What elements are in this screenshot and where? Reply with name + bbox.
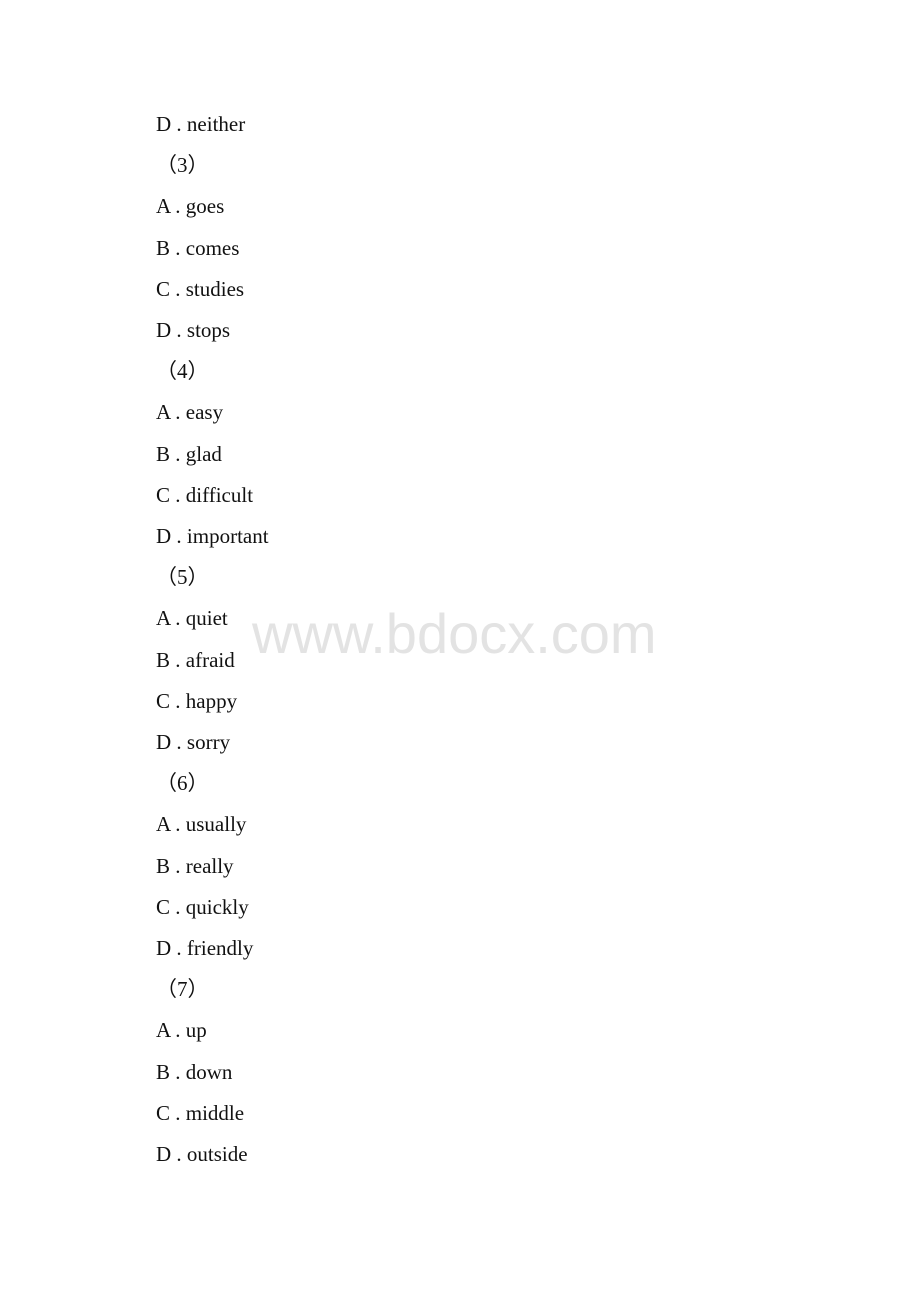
answer-option: B . afraid xyxy=(156,647,235,672)
answer-option: A . goes xyxy=(156,194,225,219)
watermark: www.bdocx.com xyxy=(252,602,657,665)
answer-option: D . outside xyxy=(156,1142,248,1166)
question-number: （7） xyxy=(156,977,209,1002)
answer-option: A . up xyxy=(156,1018,207,1043)
answer-option: D . stops xyxy=(156,318,231,342)
answer-option: B . really xyxy=(156,853,234,878)
answer-option: B . glad xyxy=(156,441,222,466)
question-number: （3） xyxy=(156,153,209,178)
answer-option: C . difficult xyxy=(156,482,254,507)
answer-option: B . comes xyxy=(156,235,240,260)
answer-option: D . important xyxy=(156,524,269,548)
question-number: （5） xyxy=(156,565,209,590)
answer-option: C . quickly xyxy=(156,894,249,919)
answer-option: A . usually xyxy=(156,812,247,837)
answer-option: D . neither xyxy=(156,112,246,136)
answer-option: C . studies xyxy=(156,276,245,301)
question-number: （4） xyxy=(156,359,209,384)
answer-option: A . easy xyxy=(156,400,224,425)
answer-option: C . happy xyxy=(156,688,238,713)
answer-option: D . sorry xyxy=(156,730,231,754)
answer-option: A . quiet xyxy=(156,606,228,631)
question-number: （6） xyxy=(156,771,209,796)
answer-option: C . middle xyxy=(156,1100,245,1125)
answer-option: B . down xyxy=(156,1059,233,1084)
answer-option: D . friendly xyxy=(156,936,254,960)
